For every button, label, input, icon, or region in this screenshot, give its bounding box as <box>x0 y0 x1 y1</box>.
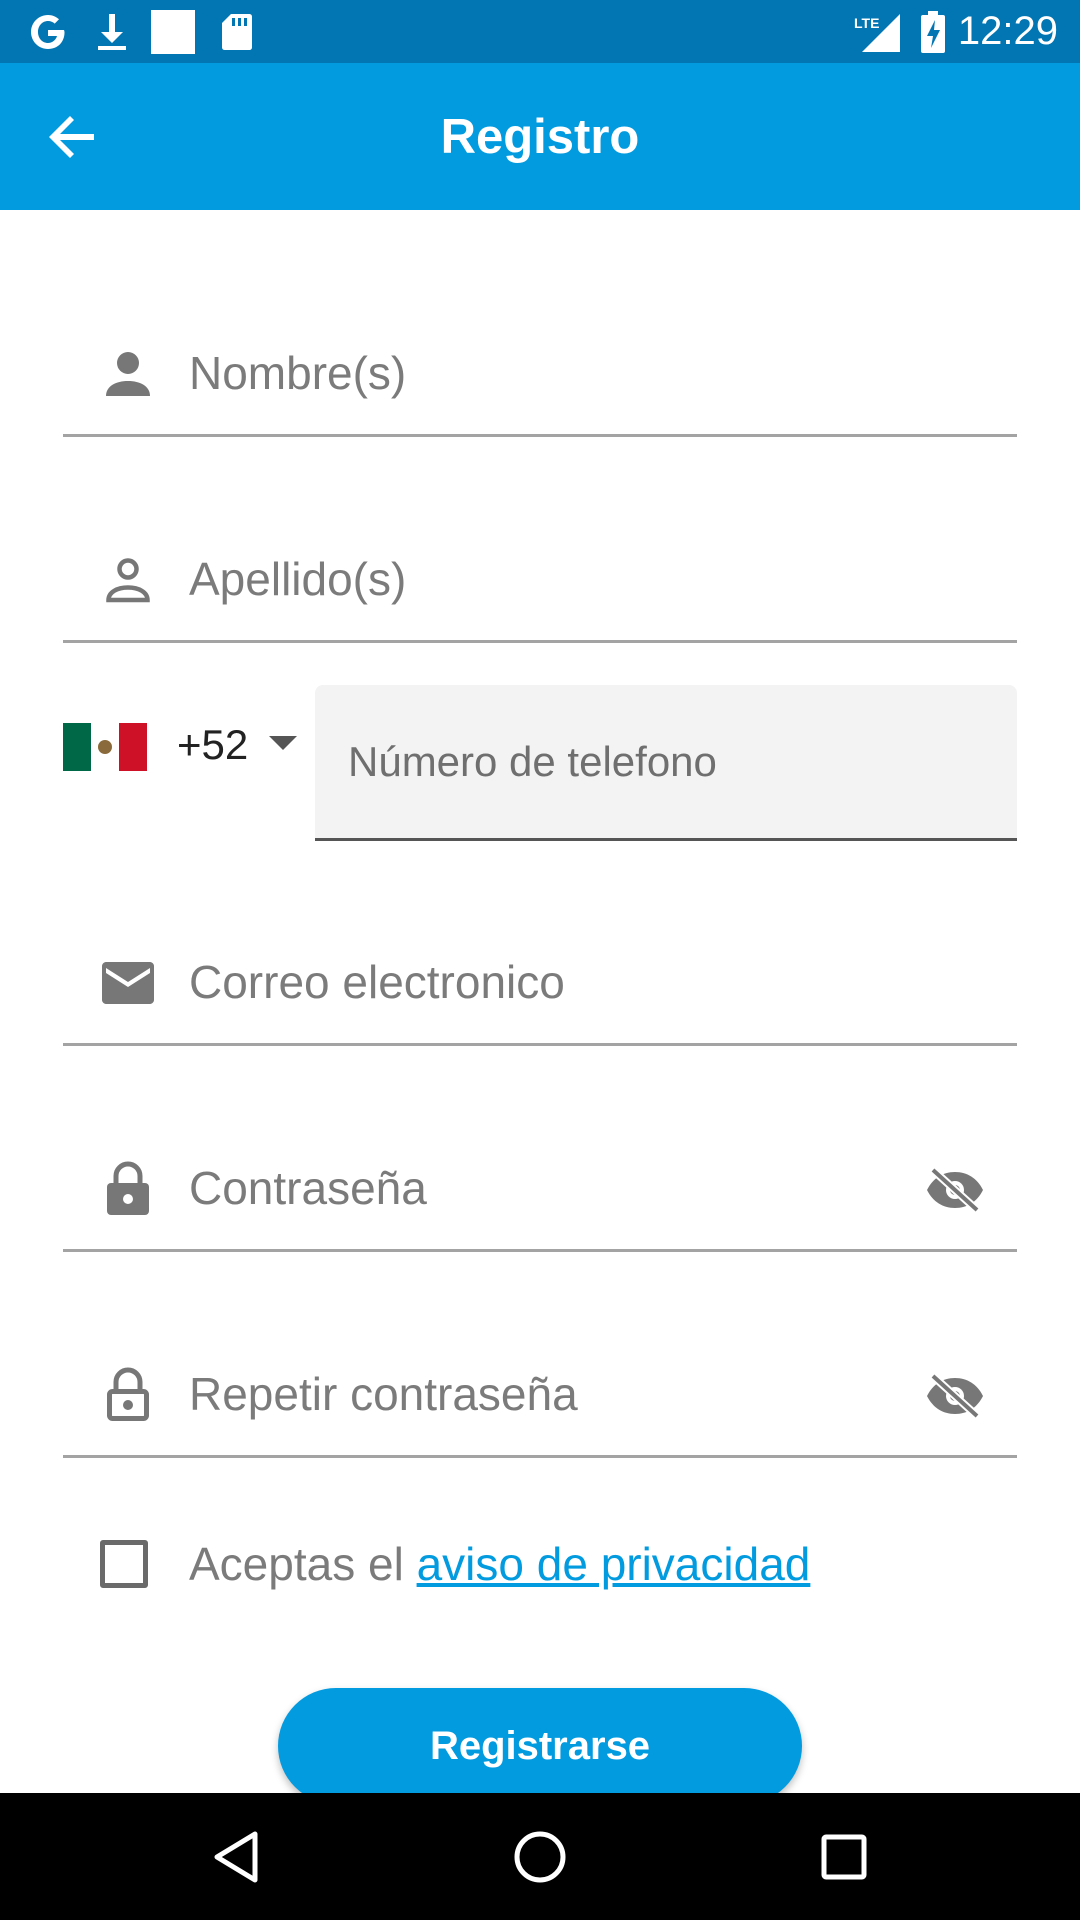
back-triangle-icon[interactable] <box>200 1821 272 1893</box>
repeat-password-field[interactable]: Repetir contraseña <box>63 1338 1017 1458</box>
country-code[interactable]: +52 <box>177 715 248 775</box>
app-bar: Registro <box>0 63 1080 210</box>
phone-number-input[interactable]: Número de telefono <box>315 685 1017 841</box>
blank-square-icon <box>150 0 196 63</box>
password-placeholder: Contraseña <box>189 1162 427 1214</box>
mail-icon <box>97 952 159 1014</box>
register-button[interactable]: Registrarse <box>278 1688 802 1804</box>
sd-card-icon <box>220 0 254 63</box>
email-placeholder: Correo electronico <box>189 956 565 1008</box>
google-icon <box>24 0 72 63</box>
page-title: Registro <box>440 109 640 164</box>
arrow-back-icon <box>49 116 94 158</box>
status-bar: LTE 12:29 <box>0 0 1080 63</box>
phone-number-placeholder: Número de telefono <box>348 738 717 785</box>
download-icon <box>92 0 132 63</box>
lock-outline-icon <box>97 1364 159 1426</box>
first-name-field[interactable]: Nombre(s) <box>63 317 1017 437</box>
person-outline-icon <box>97 549 159 611</box>
privacy-prefix: Aceptas el <box>189 1538 417 1590</box>
back-button[interactable] <box>38 103 106 171</box>
email-field[interactable]: Correo electronico <box>63 926 1017 1046</box>
recents-square-icon[interactable] <box>808 1821 880 1893</box>
first-name-placeholder: Nombre(s) <box>189 347 407 399</box>
phone-row: +52 Número de telefono <box>63 685 1017 841</box>
clock-time: 12:29 <box>957 9 1058 53</box>
svg-text:LTE: LTE <box>854 15 879 31</box>
lte-signal-icon: LTE <box>852 0 902 63</box>
password-field[interactable]: Contraseña <box>63 1132 1017 1252</box>
home-circle-icon[interactable] <box>504 1821 576 1893</box>
repeat-password-placeholder: Repetir contraseña <box>189 1368 578 1420</box>
eye-off-icon[interactable] <box>923 1364 987 1428</box>
last-name-placeholder: Apellido(s) <box>189 553 407 605</box>
privacy-row: Aceptas el aviso de privacidad <box>63 1530 1017 1600</box>
mexico-flag-icon <box>63 723 147 771</box>
person-filled-icon <box>97 343 159 405</box>
privacy-label: Aceptas el aviso de privacidad <box>189 1536 810 1592</box>
battery-charging-icon <box>918 0 948 63</box>
last-name-field[interactable]: Apellido(s) <box>63 523 1017 643</box>
privacy-link[interactable]: aviso de privacidad <box>417 1538 811 1590</box>
chevron-down-icon[interactable] <box>269 736 297 750</box>
lock-filled-icon <box>97 1158 159 1220</box>
nav-bar <box>0 1793 1080 1920</box>
privacy-checkbox[interactable] <box>100 1540 148 1588</box>
eye-off-icon[interactable] <box>923 1158 987 1222</box>
